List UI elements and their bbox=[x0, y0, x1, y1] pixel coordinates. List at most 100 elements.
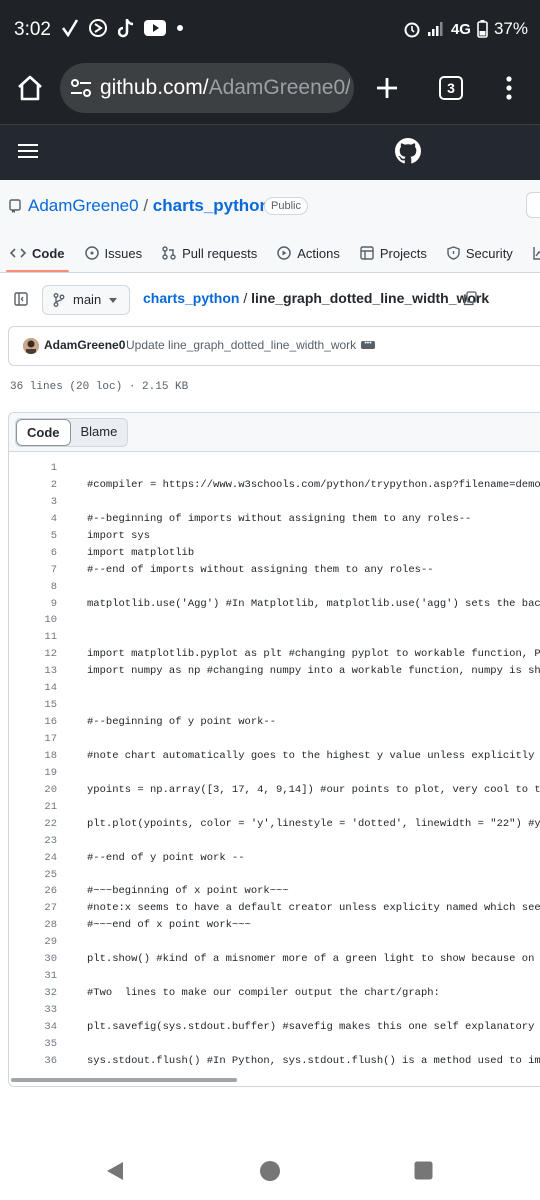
repo-name-link[interactable]: charts_python bbox=[153, 196, 270, 215]
app-notification-icon bbox=[89, 19, 107, 37]
line-number[interactable]: 8 bbox=[9, 579, 57, 596]
line-number[interactable]: 4 bbox=[9, 511, 57, 528]
tab-label: Actions bbox=[297, 245, 340, 261]
shield-icon bbox=[447, 246, 460, 260]
line-text: #compiler = https://www.w3schools.com/py… bbox=[87, 478, 540, 491]
network-type: 4G bbox=[450, 20, 471, 38]
tab-insights[interactable] bbox=[523, 236, 540, 270]
line-number[interactable]: 29 bbox=[9, 934, 57, 951]
issue-icon bbox=[84, 246, 99, 260]
line-number[interactable]: 34 bbox=[9, 1019, 57, 1036]
line-text bbox=[57, 765, 87, 782]
code-line: 25 bbox=[9, 867, 540, 884]
line-number[interactable]: 19 bbox=[9, 765, 57, 782]
file-path-bar: main charts_python / line_graph_dotted_l… bbox=[0, 280, 540, 320]
commit-message-link[interactable]: Update line_graph_dotted_line_width_work bbox=[126, 338, 356, 352]
code-line: 10 bbox=[9, 612, 540, 629]
tab-code[interactable]: Code bbox=[0, 236, 75, 272]
line-number[interactable]: 23 bbox=[9, 833, 57, 850]
line-number[interactable]: 21 bbox=[9, 799, 57, 816]
hamburger-menu-icon[interactable] bbox=[18, 143, 38, 159]
line-number[interactable]: 14 bbox=[9, 680, 57, 697]
commit-expand-button[interactable]: ••• bbox=[361, 340, 375, 349]
repo-action-button[interactable] bbox=[526, 192, 540, 218]
code-line: 19 bbox=[9, 765, 540, 782]
system-navigation-bar bbox=[0, 1130, 540, 1200]
tab-label: Issues bbox=[104, 245, 143, 261]
battery-percent: 37% bbox=[493, 19, 528, 38]
line-number[interactable]: 5 bbox=[9, 528, 57, 545]
line-text: ypoints = np.array([3, 17, 4, 9,14]) #ou… bbox=[87, 783, 540, 796]
tiktok-icon bbox=[118, 19, 134, 38]
line-text bbox=[57, 680, 87, 697]
line-text: #note:x seems to have a default creator … bbox=[87, 902, 540, 915]
branch-select-button[interactable]: main bbox=[42, 285, 130, 315]
line-number[interactable]: 16 bbox=[9, 714, 57, 731]
code-line: 33 bbox=[9, 1002, 540, 1019]
tab-switcher-button[interactable]: 3 bbox=[439, 76, 463, 100]
tab-projects[interactable]: Projects bbox=[350, 236, 437, 270]
line-text: sys.stdout.flush() #In Python, sys.stdou… bbox=[87, 1054, 540, 1067]
line-number[interactable]: 15 bbox=[9, 697, 57, 714]
line-number[interactable]: 24 bbox=[9, 850, 57, 867]
tab-actions[interactable]: Actions bbox=[267, 236, 350, 270]
line-number[interactable]: 35 bbox=[9, 1036, 57, 1053]
code-view-button[interactable]: Code bbox=[16, 419, 71, 446]
repo-tabs: Code Issues Pull requests Actions Projec… bbox=[0, 236, 540, 272]
line-number[interactable]: 1 bbox=[9, 460, 57, 477]
code-line: 29 bbox=[9, 934, 540, 951]
code-line: 4 #--beginning of imports without assigni… bbox=[9, 511, 540, 528]
recents-icon[interactable] bbox=[414, 1161, 433, 1180]
line-number[interactable]: 36 bbox=[9, 1053, 57, 1070]
line-number[interactable]: 18 bbox=[9, 748, 57, 765]
line-number[interactable]: 2 bbox=[9, 477, 57, 494]
line-number[interactable]: 13 bbox=[9, 663, 57, 680]
code-line: 11 bbox=[9, 629, 540, 646]
line-text bbox=[57, 612, 87, 629]
url-text[interactable]: github.com/AdamGreene0/ bbox=[100, 76, 350, 100]
breadcrumb-repo-link[interactable]: charts_python bbox=[143, 290, 239, 306]
line-number[interactable]: 9 bbox=[9, 596, 57, 613]
line-number[interactable]: 20 bbox=[9, 782, 57, 799]
tab-issues[interactable]: Issues bbox=[75, 236, 153, 270]
line-number[interactable]: 11 bbox=[9, 629, 57, 646]
repo-owner-link[interactable]: AdamGreene0 bbox=[28, 196, 139, 215]
back-icon[interactable] bbox=[105, 1161, 125, 1181]
address-bar[interactable]: github.com/AdamGreene0/ bbox=[60, 63, 354, 113]
line-text bbox=[57, 1002, 87, 1019]
line-number[interactable]: 26 bbox=[9, 883, 57, 900]
home-circle-icon[interactable] bbox=[259, 1160, 281, 1182]
tab-security[interactable]: Security bbox=[437, 236, 523, 270]
home-icon[interactable] bbox=[16, 75, 44, 101]
line-number[interactable]: 7 bbox=[9, 562, 57, 579]
line-text bbox=[57, 934, 87, 951]
blame-view-button[interactable]: Blame bbox=[71, 419, 128, 446]
line-number[interactable]: 27 bbox=[9, 900, 57, 917]
line-number[interactable]: 33 bbox=[9, 1002, 57, 1019]
horizontal-scrollbar[interactable] bbox=[11, 1078, 237, 1082]
line-number[interactable]: 31 bbox=[9, 968, 57, 985]
copy-path-icon[interactable] bbox=[463, 291, 477, 306]
commit-author-link[interactable]: AdamGreene0 bbox=[44, 338, 125, 352]
line-number[interactable]: 32 bbox=[9, 985, 57, 1002]
line-number[interactable]: 10 bbox=[9, 612, 57, 629]
line-number[interactable]: 22 bbox=[9, 816, 57, 833]
line-number[interactable]: 17 bbox=[9, 731, 57, 748]
code-viewer: Code Blame 1 2 #compiler = https://www.w3s… bbox=[8, 412, 540, 1087]
github-logo-icon[interactable] bbox=[395, 138, 421, 164]
line-text bbox=[57, 579, 87, 596]
line-number[interactable]: 3 bbox=[9, 494, 57, 511]
code-line: 1 bbox=[9, 460, 540, 477]
sidebar-toggle-icon[interactable] bbox=[14, 292, 28, 306]
more-menu-icon[interactable] bbox=[505, 76, 513, 100]
line-text: plt.show() #kind of a misnomer more of a… bbox=[87, 953, 540, 966]
line-number[interactable]: 25 bbox=[9, 867, 57, 884]
tab-pull-requests[interactable]: Pull requests bbox=[152, 236, 267, 270]
line-number[interactable]: 28 bbox=[9, 917, 57, 934]
avatar[interactable] bbox=[23, 338, 39, 354]
line-number[interactable]: 6 bbox=[9, 545, 57, 562]
line-number[interactable]: 30 bbox=[9, 951, 57, 968]
line-number[interactable]: 12 bbox=[9, 646, 57, 663]
new-tab-icon[interactable] bbox=[375, 76, 399, 100]
site-settings-icon[interactable] bbox=[70, 79, 92, 97]
